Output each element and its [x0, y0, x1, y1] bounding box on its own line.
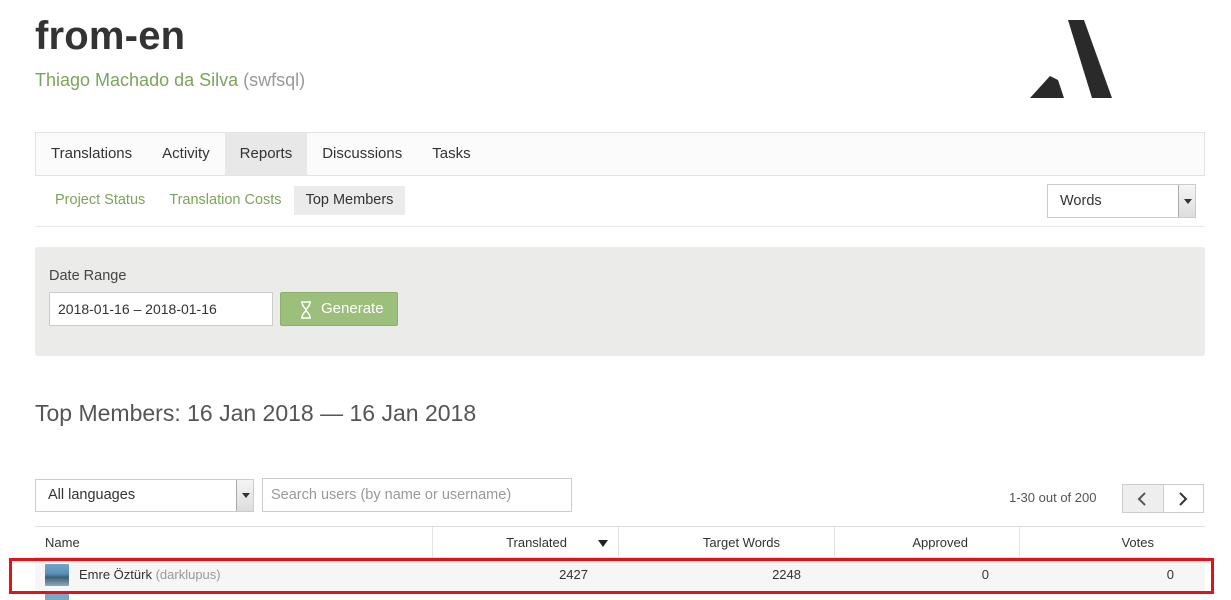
section-title: Top Members: 16 Jan 2018 — 16 Jan 2018 [35, 400, 477, 426]
votes-cell: 0 [1166, 567, 1174, 582]
crowdin-logo-icon [1030, 20, 1112, 98]
table-row[interactable]: Emre Öztürk (darklupus) 2427 2248 0 0 [35, 558, 1205, 592]
pagination-text: 1-30 out of 200 [1009, 490, 1097, 505]
member-cell: Emre Öztürk (darklupus) [35, 558, 433, 592]
member-username: (darklupus) [155, 567, 221, 582]
target-words-cell: 2248 [772, 567, 801, 582]
subtab-translation-costs[interactable]: Translation Costs [157, 186, 293, 215]
chevron-right-icon [1178, 492, 1187, 506]
divider [35, 226, 1205, 227]
previous-page-button[interactable] [1123, 485, 1164, 512]
project-owner: Thiago Machado da Silva (swfsql) [35, 70, 305, 91]
avatar [45, 564, 69, 586]
chevron-left-icon [1137, 492, 1146, 506]
date-range-input[interactable]: 2018-01-16 – 2018-01-16 [49, 292, 273, 326]
column-header-name[interactable]: Name [35, 527, 433, 557]
member-name[interactable]: Emre Öztürk [79, 567, 152, 582]
approved-cell: 0 [981, 567, 989, 582]
language-select-value: All languages [48, 487, 136, 503]
pager [1122, 484, 1204, 513]
translated-cell: 2427 [559, 567, 588, 582]
column-header-votes[interactable]: Votes [1020, 527, 1205, 557]
next-page-button[interactable] [1163, 485, 1203, 512]
chevron-down-icon [1178, 185, 1195, 217]
tab-tasks[interactable]: Tasks [417, 133, 485, 175]
tab-discussions[interactable]: Discussions [307, 133, 417, 175]
owner-username: (swfsql) [243, 70, 306, 90]
table-header: Name Translated Target Words Approved Vo… [35, 526, 1205, 558]
search-users-input[interactable] [262, 478, 572, 512]
project-title: from-en [35, 14, 186, 58]
subtab-project-status[interactable]: Project Status [43, 186, 157, 215]
tab-activity[interactable]: Activity [147, 133, 225, 175]
column-header-approved[interactable]: Approved [835, 527, 1020, 557]
avatar [45, 594, 69, 600]
chevron-down-icon [236, 480, 253, 511]
column-header-target-words[interactable]: Target Words [619, 527, 835, 557]
tab-reports[interactable]: Reports [224, 133, 308, 175]
column-header-translated[interactable]: Translated [433, 527, 619, 557]
main-tabs: Translations Activity Reports Discussion… [35, 132, 1205, 176]
units-select[interactable]: Words [1047, 184, 1196, 218]
report-subtabs: Project Status Translation Costs Top Mem… [35, 186, 406, 215]
owner-name-link[interactable]: Thiago Machado da Silva [35, 70, 238, 90]
tab-translations[interactable]: Translations [36, 133, 147, 175]
language-select[interactable]: All languages [35, 479, 254, 512]
generate-button-label: Generate [321, 300, 384, 317]
subtab-top-members[interactable]: Top Members [293, 186, 406, 215]
top-members-table: Name Translated Target Words Approved Vo… [35, 526, 1205, 592]
units-select-value: Words [1060, 193, 1102, 209]
hourglass-icon [301, 301, 311, 319]
date-filter-panel: Date Range 2018-01-16 – 2018-01-16 Gener… [35, 247, 1205, 356]
sort-desc-icon [598, 540, 608, 547]
generate-button[interactable]: Generate [280, 292, 398, 326]
date-range-label: Date Range [49, 268, 127, 284]
column-header-translated-label: Translated [506, 535, 567, 550]
